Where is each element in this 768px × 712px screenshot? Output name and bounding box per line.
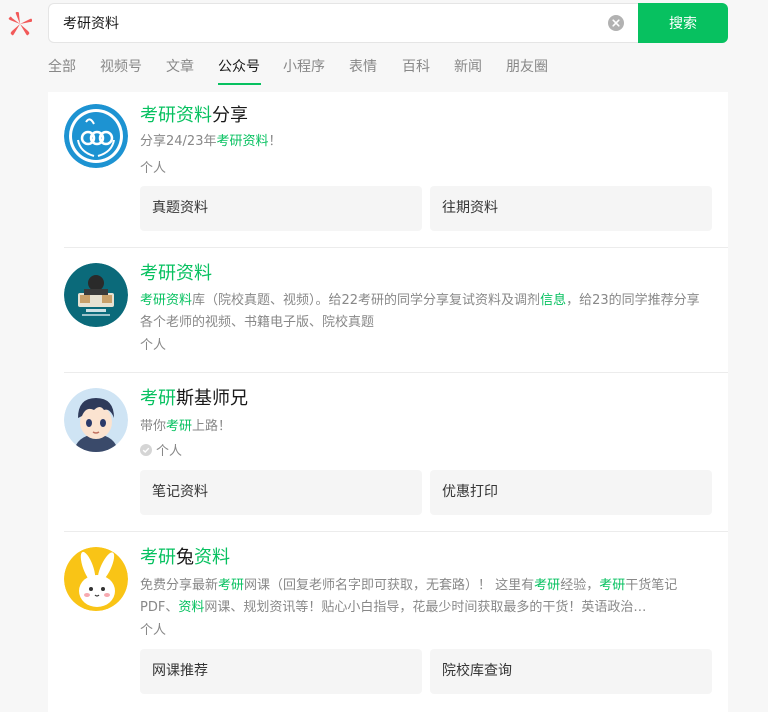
- title-highlight: 考研: [140, 388, 176, 409]
- tab-encyclopedia[interactable]: 百科: [402, 56, 430, 78]
- title-highlight: 考研: [140, 547, 176, 568]
- account-name[interactable]: 考研资料: [140, 262, 212, 286]
- active-tab-underline: [218, 83, 261, 85]
- tab-moments[interactable]: 朋友圈: [506, 56, 548, 78]
- avatar[interactable]: [64, 263, 128, 327]
- list-item: 考研兔资料 免费分享最新考研网课（回复老师名字即可获取，无套路）！ 这里有考研经…: [64, 532, 712, 702]
- verified-badge-icon: [140, 444, 152, 456]
- tab-mini-programs[interactable]: 小程序: [283, 56, 325, 78]
- desc-text: 免费分享最新: [140, 578, 219, 593]
- avatar[interactable]: [64, 388, 128, 452]
- list-item: 考研资料分享 分享24/23年考研资料！ 个人 真题资料 往期资料: [64, 92, 728, 248]
- account-description: 分享24/23年考研资料！: [140, 131, 712, 153]
- menu-button[interactable]: 网课推荐: [140, 649, 422, 694]
- tab-all[interactable]: 全部: [48, 56, 76, 78]
- title-highlight: 资料: [194, 547, 230, 568]
- desc-text: 上路！: [192, 419, 232, 434]
- desc-text: 经验，: [560, 578, 600, 593]
- account-name[interactable]: 考研斯基师兄: [140, 387, 248, 411]
- desc-text: 网课（回复老师名字即可获取，无套路）！ 这里有: [244, 578, 535, 593]
- account-description: 免费分享最新考研网课（回复老师名字即可获取，无套路）！ 这里有考研经验，考研干货…: [140, 575, 712, 619]
- avatar[interactable]: [64, 547, 128, 611]
- account-type: 个人: [140, 338, 167, 353]
- desc-highlight: 考研: [599, 578, 626, 593]
- menu-button[interactable]: 笔记资料: [140, 470, 422, 515]
- title-highlight: 考研资料: [140, 105, 212, 126]
- account-type-label: 个人: [156, 444, 183, 459]
- menu-button[interactable]: 真题资料: [140, 186, 422, 231]
- account-type: 个人: [140, 161, 167, 176]
- list-item: 考研斯基师兄 带你考研上路！ 个人 笔记资料 优惠打印: [64, 373, 728, 532]
- desc-text: 网课、规划资讯等！贴心小白指导，花最少时间获取最多的干货！英语政治…: [204, 600, 647, 615]
- desc-text: 库（院校真题、视频）。给22考研的同学分享复试资料及调剂: [192, 293, 541, 308]
- search-input[interactable]: [63, 4, 583, 42]
- desc-highlight: 考研: [534, 578, 561, 593]
- tab-official-accounts[interactable]: 公众号: [218, 56, 260, 78]
- title-text: 斯基师兄: [176, 388, 248, 409]
- desc-highlight: 考研资料: [140, 293, 193, 308]
- account-type: 个人: [140, 623, 167, 638]
- desc-text: 带你: [140, 419, 167, 434]
- account-description: 考研资料库（院校真题、视频）。给22考研的同学分享复试资料及调剂信息，给23的同…: [140, 290, 712, 334]
- menu-button[interactable]: 院校库查询: [430, 649, 712, 694]
- clear-icon[interactable]: [608, 15, 624, 31]
- desc-highlight: 考研资料: [216, 134, 269, 149]
- account-name[interactable]: 考研兔资料: [140, 546, 230, 570]
- account-name[interactable]: 考研资料分享: [140, 104, 248, 128]
- wechat-search-logo-icon[interactable]: [6, 10, 34, 38]
- desc-highlight: 考研: [218, 578, 245, 593]
- desc-highlight: 资料: [178, 600, 205, 615]
- title-text: 兔: [176, 547, 194, 568]
- search-button[interactable]: 搜索: [638, 3, 728, 43]
- tab-channels[interactable]: 视频号: [100, 56, 142, 78]
- tab-news[interactable]: 新闻: [454, 56, 482, 78]
- menu-button[interactable]: 往期资料: [430, 186, 712, 231]
- tab-articles[interactable]: 文章: [166, 56, 194, 78]
- desc-text: ！: [268, 134, 282, 149]
- tab-stickers[interactable]: 表情: [349, 56, 377, 78]
- account-type: 个人: [140, 443, 182, 461]
- search-box: [48, 3, 638, 43]
- account-description: 带你考研上路！: [140, 416, 712, 438]
- menu-button[interactable]: 优惠打印: [430, 470, 712, 515]
- desc-text: 分享24/23年: [140, 134, 217, 149]
- avatar[interactable]: [64, 104, 128, 168]
- title-highlight: 考研资料: [140, 263, 212, 284]
- list-item: 考研资料 考研资料库（院校真题、视频）。给22考研的同学分享复试资料及调剂信息，…: [64, 248, 728, 373]
- title-text: 分享: [212, 105, 248, 126]
- desc-highlight: 信息: [540, 293, 567, 308]
- desc-highlight: 考研: [166, 419, 193, 434]
- results-list: 考研资料分享 分享24/23年考研资料！ 个人 真题资料 往期资料 考研资料 考…: [48, 92, 728, 712]
